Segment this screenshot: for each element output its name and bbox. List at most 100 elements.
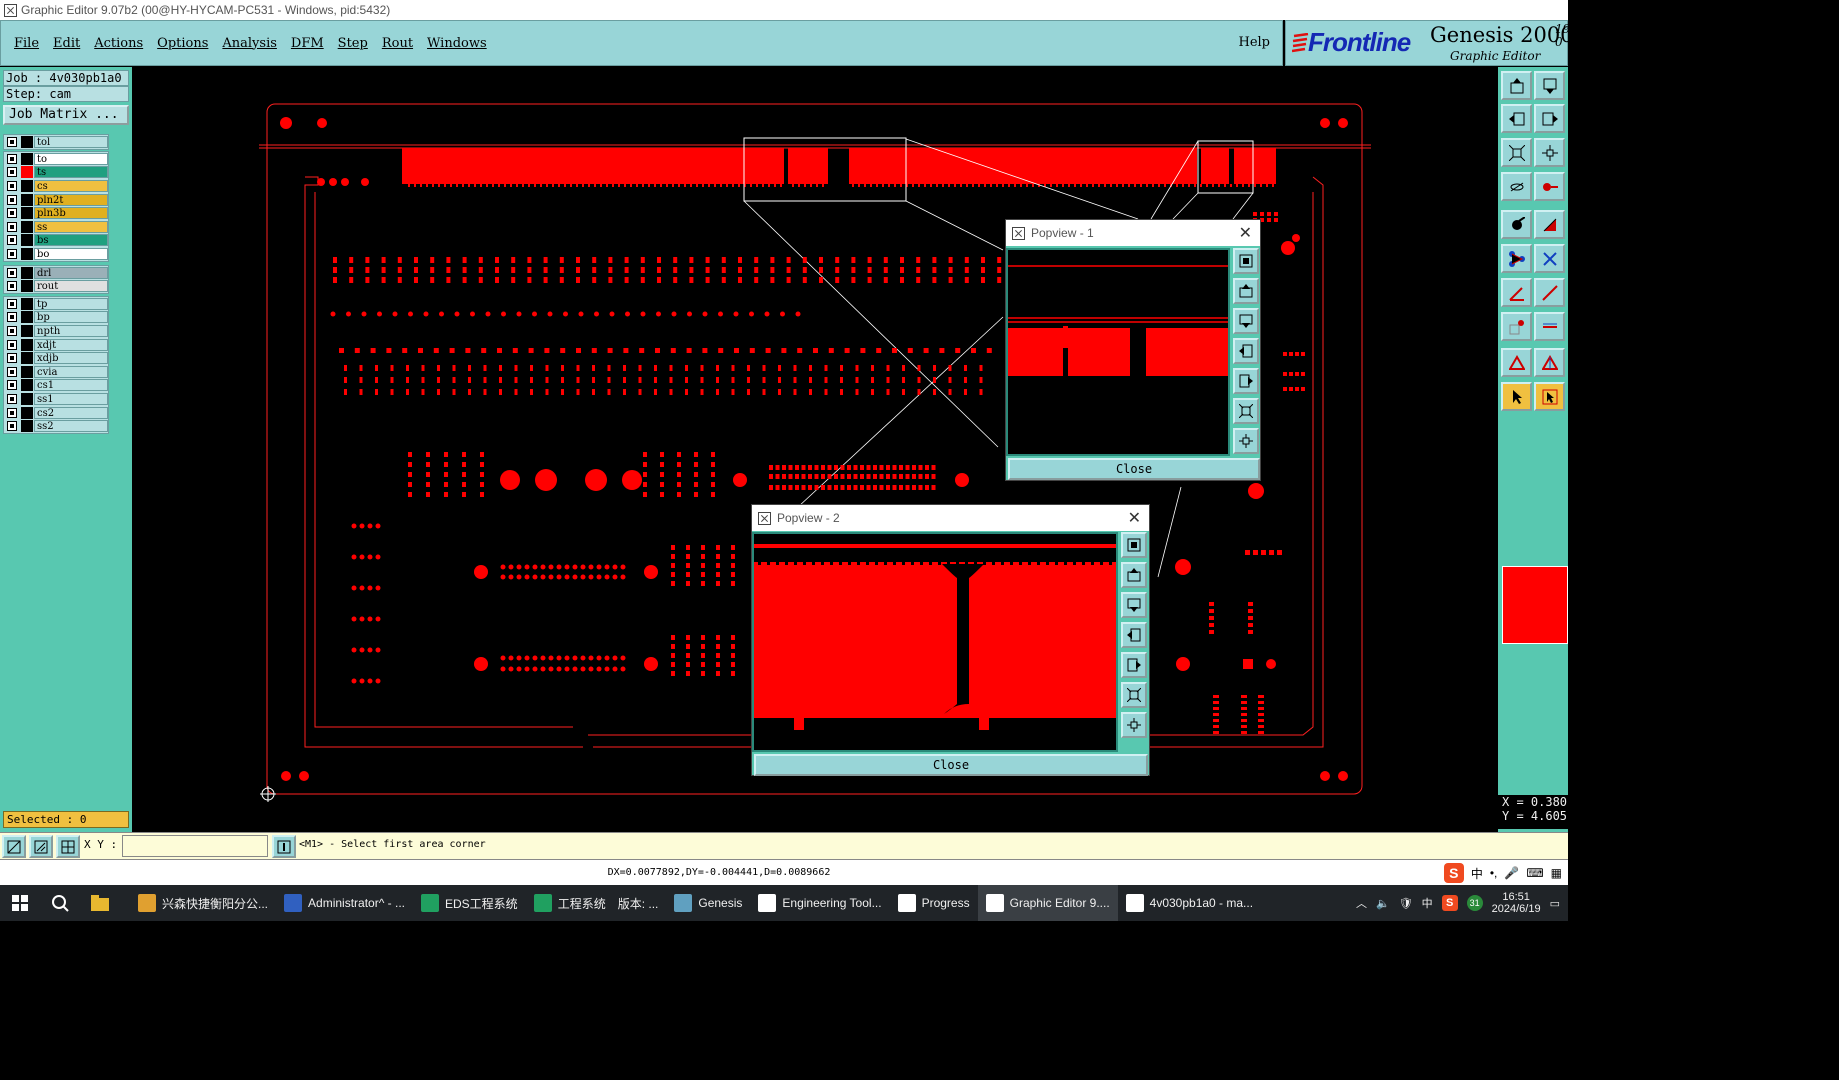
layer-name[interactable]: rout xyxy=(34,280,108,293)
layer-checkbox[interactable] xyxy=(7,325,17,336)
layer-name[interactable]: drl xyxy=(34,266,108,279)
tray-shield-icon[interactable]: 🛡 xyxy=(1399,897,1413,910)
taskbar-app-6[interactable]: Progress xyxy=(890,885,978,921)
job-matrix-button[interactable]: Job Matrix ... xyxy=(3,105,129,125)
layer-checkbox[interactable] xyxy=(7,421,17,432)
layer-color-icon[interactable] xyxy=(21,135,33,148)
layer-name[interactable]: ss2 xyxy=(34,420,108,433)
popview-pan-down-icon[interactable] xyxy=(1121,592,1147,618)
layer-color-icon[interactable] xyxy=(21,324,33,337)
popview-zoom-in-icon[interactable] xyxy=(1121,682,1147,708)
popview-zoom-out-icon[interactable] xyxy=(1233,428,1259,454)
layer-name[interactable]: bp xyxy=(34,311,108,324)
layer-name[interactable]: npth xyxy=(34,324,108,337)
layer-checkbox[interactable] xyxy=(7,353,17,364)
layer-checkbox[interactable] xyxy=(7,267,17,278)
layer-row-xdjt[interactable]: xdjt xyxy=(4,338,108,352)
layer-checkbox[interactable] xyxy=(7,180,17,191)
windows-start-icon[interactable] xyxy=(0,885,40,921)
layer-name[interactable]: bo xyxy=(34,247,108,260)
popview-2-view[interactable] xyxy=(752,532,1118,752)
layer-checkbox[interactable] xyxy=(7,221,17,232)
popview-zoom-out-icon[interactable] xyxy=(1121,712,1147,738)
layer-row-to[interactable]: to xyxy=(4,152,108,166)
delete-icon[interactable] xyxy=(1534,244,1565,273)
layer-row-bp[interactable]: bp xyxy=(4,311,108,325)
layer-color-icon[interactable] xyxy=(21,234,33,247)
layer-color-icon[interactable] xyxy=(21,352,33,365)
layer-checkbox[interactable] xyxy=(7,194,17,205)
layer-row-cs[interactable]: cs xyxy=(4,179,108,193)
menu-rout[interactable]: Rout xyxy=(382,36,413,51)
layer-color-icon[interactable] xyxy=(21,280,33,293)
pan-up-icon[interactable] xyxy=(1501,71,1532,100)
zoom-out-icon[interactable] xyxy=(1534,138,1565,167)
pan-down-icon[interactable] xyxy=(1534,71,1565,100)
layer-checkbox[interactable] xyxy=(7,153,17,164)
menu-step[interactable]: Step xyxy=(338,36,368,51)
taskbar-app-3[interactable]: 工程系统 版本: ... xyxy=(526,885,667,921)
grid-menu-icon[interactable]: ▦ xyxy=(1551,866,1562,880)
layer-row-bs[interactable]: bs xyxy=(4,234,108,248)
layer-color-icon[interactable] xyxy=(21,152,33,165)
menu-edit[interactable]: Edit xyxy=(53,36,80,51)
layer-checkbox[interactable] xyxy=(7,393,17,404)
horizontal-line-icon[interactable] xyxy=(1534,312,1565,341)
pad-icon[interactable] xyxy=(1501,210,1532,239)
layer-color-icon[interactable] xyxy=(21,247,33,260)
layer-color-icon[interactable] xyxy=(21,406,33,419)
tray-expand-icon[interactable]: ︿ xyxy=(1356,895,1367,911)
tray-badge[interactable]: 31 xyxy=(1466,895,1483,911)
layer-color-icon[interactable] xyxy=(21,392,33,405)
layer-name[interactable]: cvia xyxy=(34,365,108,378)
layer-row-tol[interactable]: tol xyxy=(4,135,108,149)
snap-angle-icon[interactable] xyxy=(29,835,53,858)
layer-row-bo[interactable]: bo xyxy=(4,247,108,261)
menu-analysis[interactable]: Analysis xyxy=(222,36,277,51)
layer-name[interactable]: xdjb xyxy=(34,352,108,365)
layer-color-icon[interactable] xyxy=(21,420,33,433)
layer-checkbox[interactable] xyxy=(7,208,17,219)
polygon-icon[interactable] xyxy=(1501,348,1532,377)
popview-2-close-icon[interactable]: ✕ xyxy=(1128,508,1141,527)
popview-1-close-icon[interactable]: ✕ xyxy=(1239,223,1252,242)
layer-checkbox[interactable] xyxy=(7,281,17,292)
ime-lang[interactable]: 中 xyxy=(1471,865,1483,882)
punctuation-icon[interactable]: •, xyxy=(1490,866,1498,880)
tray-sogou-icon[interactable]: S xyxy=(1441,895,1458,911)
polygon-fill-icon[interactable] xyxy=(1534,348,1565,377)
layer-checkbox[interactable] xyxy=(7,366,17,377)
pan-right-icon[interactable] xyxy=(1534,104,1565,133)
menu-options[interactable]: Options xyxy=(157,36,208,51)
snap-center-icon[interactable] xyxy=(56,835,80,858)
taskbar-app-1[interactable]: Administrator^ - ... xyxy=(276,885,413,921)
layer-row-tp[interactable]: tp xyxy=(4,297,108,311)
layer-name[interactable]: ss xyxy=(34,220,108,233)
keyboard-icon[interactable]: ⌨ xyxy=(1526,866,1543,880)
layer-row-drl[interactable]: drl xyxy=(4,266,108,280)
taskbar-app-5[interactable]: Engineering Tool... xyxy=(750,885,889,921)
popview-pan-left-icon[interactable] xyxy=(1121,622,1147,648)
microphone-icon[interactable]: 🎤 xyxy=(1504,866,1519,880)
select-pointer-icon[interactable] xyxy=(1501,382,1532,411)
layer-name[interactable]: cs2 xyxy=(34,406,108,419)
layer-row-npth[interactable]: npth xyxy=(4,324,108,338)
xy-input[interactable] xyxy=(122,835,268,857)
layer-name[interactable]: cs1 xyxy=(34,379,108,392)
layer-checkbox[interactable] xyxy=(7,407,17,418)
surface-icon[interactable] xyxy=(1534,210,1565,239)
layer-name[interactable]: ss1 xyxy=(34,392,108,405)
clock[interactable]: 16:51 2024/6/19 xyxy=(1492,891,1541,915)
layer-color-icon[interactable] xyxy=(21,338,33,351)
layer-row-pln2t[interactable]: pln2t xyxy=(4,193,108,207)
layer-color-icon[interactable] xyxy=(21,266,33,279)
layer-color-icon[interactable] xyxy=(21,379,33,392)
layer-row-ss2[interactable]: ss2 xyxy=(4,419,108,433)
popview-zoom-in-icon[interactable] xyxy=(1233,398,1259,424)
layer-name[interactable]: bs xyxy=(34,234,108,247)
connect-icon[interactable] xyxy=(1501,244,1532,273)
file-explorer-icon[interactable] xyxy=(80,885,120,921)
tray-lang[interactable]: 中 xyxy=(1422,895,1433,911)
sogou-ime-icon[interactable]: S xyxy=(1443,863,1464,883)
layer-row-ts[interactable]: ts xyxy=(4,166,108,180)
